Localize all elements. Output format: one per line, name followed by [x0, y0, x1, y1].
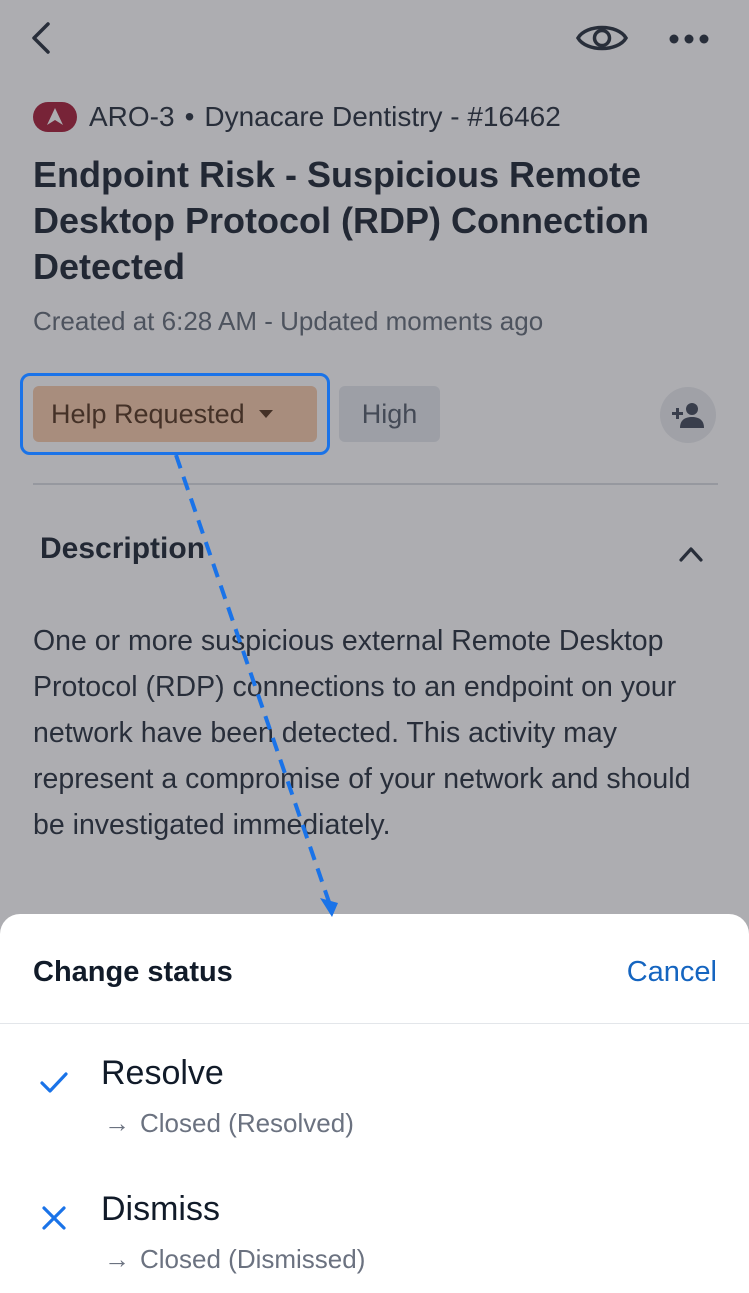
x-icon [42, 1206, 66, 1230]
arrow-right-icon: → [104, 1244, 130, 1274]
option-label: Resolve [101, 1054, 224, 1092]
option-resolve[interactable]: Resolve → Closed (Resolved) [0, 1054, 749, 1174]
arrow-right-icon: → [104, 1108, 130, 1138]
check-icon [40, 1072, 68, 1093]
option-sublabel: → Closed (Dismissed) [104, 1244, 365, 1275]
option-target-status: Closed (Resolved) [140, 1108, 354, 1138]
option-target-status: Closed (Dismissed) [140, 1244, 366, 1274]
cancel-button[interactable]: Cancel [627, 956, 717, 989]
option-label: Dismiss [101, 1190, 220, 1228]
option-dismiss[interactable]: Dismiss → Closed (Dismissed) [0, 1190, 749, 1293]
change-status-sheet: Change status Cancel Resolve → Closed (Re… [0, 914, 749, 1293]
sheet-title: Change status [33, 956, 233, 988]
sheet-header: Change status Cancel [0, 914, 749, 1024]
option-sublabel: → Closed (Resolved) [104, 1108, 354, 1139]
